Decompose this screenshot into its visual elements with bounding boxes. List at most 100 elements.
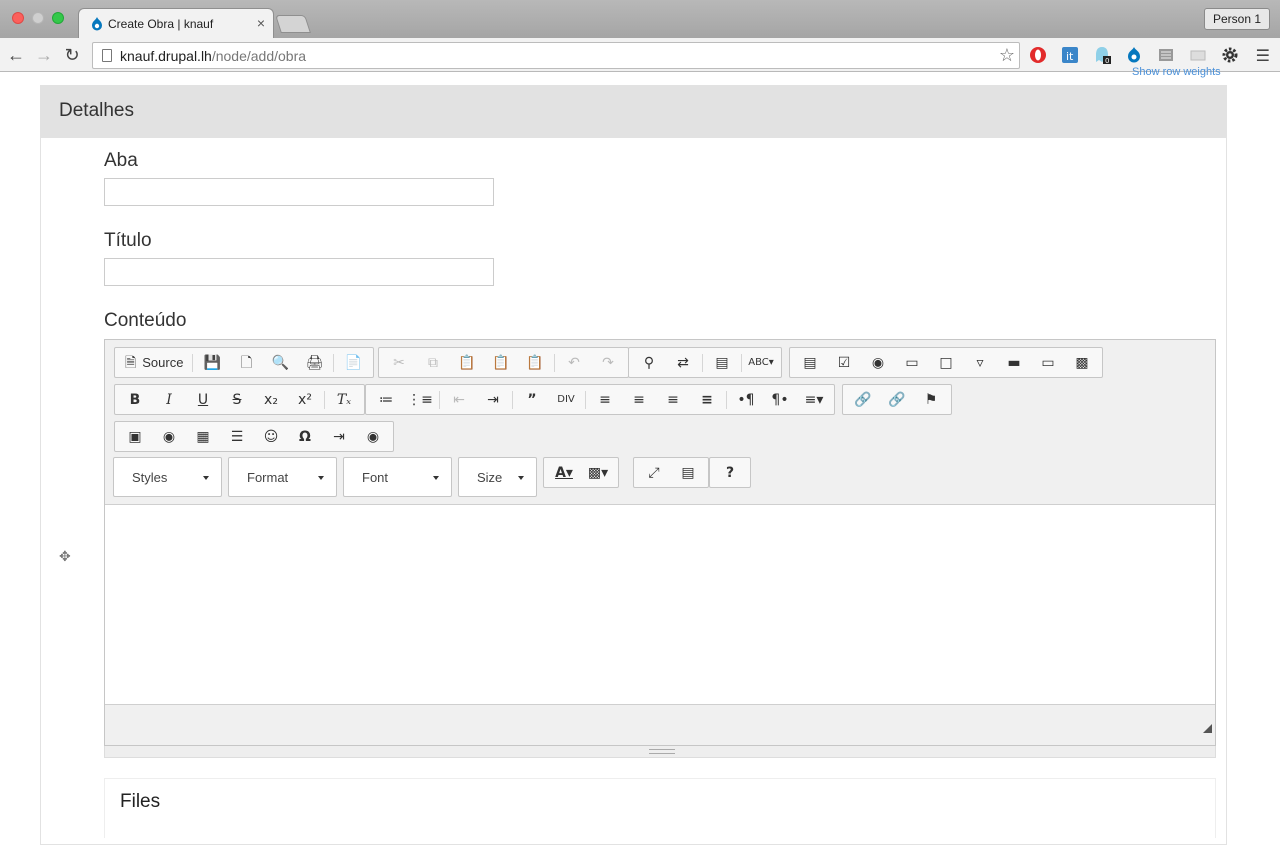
new-tab-button[interactable]	[275, 15, 311, 33]
replace-button[interactable]: ⇄	[666, 349, 700, 376]
address-bar[interactable]: knauf.drupal.lh/node/add/obra ☆	[92, 42, 1020, 69]
iframe-button[interactable]: ◉	[356, 423, 390, 450]
drag-handle-icon[interactable]: ✥	[59, 548, 71, 565]
settings-gear-icon[interactable]	[1221, 46, 1239, 64]
textarea-grippie[interactable]	[104, 746, 1216, 758]
tab-close-icon[interactable]: ×	[257, 15, 265, 31]
paste-button[interactable]: 📋	[450, 349, 484, 376]
browser-tab-active[interactable]: Create Obra | knauf ×	[78, 8, 274, 38]
print-button[interactable]: 🖨	[297, 349, 331, 376]
italic-button[interactable]: I	[152, 386, 186, 413]
superscript-button[interactable]: x²	[288, 386, 322, 413]
instapaper-extension-icon[interactable]: it	[1061, 46, 1079, 64]
maximize-window-button[interactable]	[52, 12, 64, 24]
textarea-button[interactable]: □	[929, 349, 963, 376]
resize-handle-icon[interactable]	[1203, 724, 1212, 733]
text-color-button[interactable]: A▾	[547, 459, 581, 486]
form-button[interactable]: ▤	[793, 349, 827, 376]
text-field-button[interactable]: ▭	[895, 349, 929, 376]
smiley-button[interactable]: ☺	[254, 423, 288, 450]
flash-icon: ◉	[162, 428, 176, 445]
close-window-button[interactable]	[12, 12, 24, 24]
size-dropdown[interactable]: Size	[458, 457, 537, 497]
horizontal-rule-button[interactable]: ☰	[220, 423, 254, 450]
align-center-icon: ≡	[633, 391, 645, 408]
image-button-field-button[interactable]: ▭	[1031, 349, 1065, 376]
radio-button[interactable]: ◉	[861, 349, 895, 376]
save-button[interactable]: 💾	[195, 349, 229, 376]
ltr-button[interactable]: •¶	[729, 386, 763, 413]
align-center-button[interactable]: ≡	[622, 386, 656, 413]
cut-button[interactable]: ✂	[382, 349, 416, 376]
font-dropdown[interactable]: Font	[343, 457, 452, 497]
about-button[interactable]: ?	[713, 459, 747, 486]
reload-icon[interactable]: ↻	[62, 45, 82, 65]
toolbar-group-document: 🗎 Source 💾 🗋 🔍 🖨 📄	[114, 347, 375, 378]
unlink-button[interactable]: 🔗	[880, 386, 914, 413]
spellcheck-button[interactable]: ABC▾	[744, 349, 778, 376]
panel-header[interactable]: Detalhes	[41, 86, 1226, 138]
indent-button[interactable]: ⇥	[476, 386, 510, 413]
bookmark-star-icon[interactable]: ☆	[999, 45, 1015, 66]
align-right-button[interactable]: ≡	[656, 386, 690, 413]
numbered-list-button[interactable]: ≔	[369, 386, 403, 413]
redo-button[interactable]: ↷	[591, 349, 625, 376]
flash-button[interactable]: ◉	[152, 423, 186, 450]
smiley-icon: ☺	[263, 428, 279, 445]
paste-text-button[interactable]: 📋	[484, 349, 518, 376]
titulo-input[interactable]	[104, 258, 494, 286]
paste-word-button[interactable]: 📋	[518, 349, 552, 376]
find-button[interactable]: ⚲	[632, 349, 666, 376]
ghostery-extension-icon[interactable]: 0	[1093, 46, 1111, 64]
subscript-button[interactable]: x₂	[254, 386, 288, 413]
back-arrow-icon[interactable]: ←	[6, 45, 26, 65]
underline-button[interactable]: U	[186, 386, 220, 413]
templates-button[interactable]: 📄	[336, 349, 370, 376]
select-field-button[interactable]: ▿	[963, 349, 997, 376]
opera-extension-icon[interactable]	[1029, 46, 1047, 64]
creatediv-button[interactable]: DIV	[549, 386, 583, 413]
aba-input[interactable]	[104, 178, 494, 206]
justify-button[interactable]: ≡	[690, 386, 724, 413]
hamburger-menu-icon[interactable]: ☰	[1256, 46, 1270, 66]
source-button[interactable]: 🗎 Source	[118, 349, 190, 376]
undo-button[interactable]: ↶	[557, 349, 591, 376]
bold-button[interactable]: B	[118, 386, 152, 413]
background-color-button[interactable]: ▩▾	[581, 459, 615, 486]
forward-arrow-icon[interactable]: →	[34, 45, 54, 65]
rtl-button[interactable]: ¶•	[763, 386, 797, 413]
hidden-field-button[interactable]: ▩	[1065, 349, 1099, 376]
reader-extension-icon[interactable]	[1157, 46, 1175, 64]
show-blocks-button[interactable]: ▤	[671, 459, 705, 486]
preview-button[interactable]: 🔍	[263, 349, 297, 376]
align-left-button[interactable]: ≡	[588, 386, 622, 413]
strikethrough-button[interactable]: S	[220, 386, 254, 413]
link-button[interactable]: 🔗	[846, 386, 880, 413]
checkbox-button[interactable]: ☑	[827, 349, 861, 376]
remove-format-button[interactable]: Tₓ	[327, 386, 361, 413]
new-page-button[interactable]: 🗋	[229, 349, 263, 376]
anchor-button[interactable]: ⚑	[914, 386, 948, 413]
bulleted-list-button[interactable]: ⋮≡	[403, 386, 437, 413]
page-extension-icon[interactable]	[1189, 46, 1207, 64]
select-all-button[interactable]: ▤	[705, 349, 739, 376]
button-field-button[interactable]: ▬	[997, 349, 1031, 376]
special-char-button[interactable]: Ω	[288, 423, 322, 450]
format-dropdown[interactable]: Format	[228, 457, 337, 497]
image-button[interactable]: ▣	[118, 423, 152, 450]
page-break-button[interactable]: ⇥	[322, 423, 356, 450]
minimize-window-button[interactable]	[32, 12, 44, 24]
maximize-button[interactable]: ⤢	[637, 459, 671, 486]
editor-content-area[interactable]	[105, 505, 1215, 705]
flag-icon: ⚑	[924, 391, 938, 408]
profile-button[interactable]: Person 1	[1203, 8, 1270, 30]
styles-dropdown[interactable]: Styles	[113, 457, 222, 497]
blockquote-button[interactable]: ”	[515, 386, 549, 413]
drupal-extension-icon[interactable]	[1125, 46, 1143, 64]
toolbar-group-editing: ⚲ ⇄ ▤ ABC▾	[628, 347, 782, 378]
show-row-weights-link[interactable]: Show row weights	[1132, 66, 1221, 78]
outdent-button[interactable]: ⇤	[442, 386, 476, 413]
language-button[interactable]: ≡▾	[797, 386, 831, 413]
copy-button[interactable]: ⧉	[416, 349, 450, 376]
table-button[interactable]: ▦	[186, 423, 220, 450]
